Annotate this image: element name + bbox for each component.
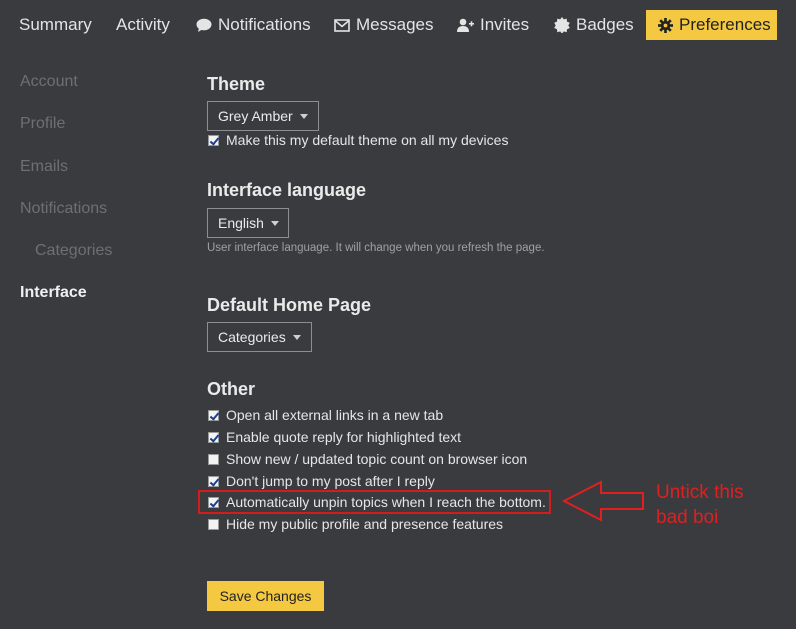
tab-summary[interactable]: Summary	[19, 10, 92, 40]
sidebar-item-interface[interactable]: Interface	[20, 284, 87, 302]
theme-heading: Theme	[207, 74, 266, 94]
sidebar-item-account[interactable]: Account	[20, 73, 78, 91]
caret-down-icon	[292, 334, 301, 340]
tab-invites[interactable]: Invites	[457, 10, 529, 40]
save-changes-button[interactable]: Save Changes	[207, 581, 324, 611]
sidebar-item-categories[interactable]: Categories	[35, 242, 112, 260]
home-page-heading: Default Home Page	[207, 295, 372, 315]
tab-notifications-label: Notifications	[218, 15, 311, 34]
option-label: Hide my public profile and presence feat…	[226, 516, 504, 532]
comment-icon	[196, 18, 212, 33]
annotation-text: Untick this bad boi	[656, 482, 744, 528]
option-label: Enable quote reply for highlighted text	[226, 429, 462, 445]
caret-down-icon	[299, 113, 308, 119]
tab-activity[interactable]: Activity	[116, 10, 170, 40]
tab-invites-label: Invites	[480, 15, 530, 34]
other-heading: Other	[207, 379, 256, 399]
user-plus-icon	[457, 18, 474, 33]
quote-reply-checkbox[interactable]	[208, 431, 219, 443]
language-help-text: User interface language. It will change …	[207, 242, 545, 254]
certificate-icon	[554, 17, 570, 33]
theme-select[interactable]: Grey Amber	[207, 101, 319, 131]
option-label: Don't jump to my post after I reply	[226, 473, 435, 489]
tab-notifications[interactable]: Notifications	[196, 10, 311, 40]
caret-down-icon	[270, 220, 279, 226]
option-row: Open all external links in a new tab	[208, 407, 443, 423]
option-row: Show new / updated topic count on browse…	[208, 451, 527, 467]
theme-select-value: Grey Amber	[218, 108, 293, 124]
option-label: Show new / updated topic count on browse…	[226, 451, 528, 467]
option-label: Open all external links in a new tab	[226, 407, 444, 423]
tab-preferences[interactable]: Preferences	[646, 10, 777, 40]
default-theme-option: Make this my default theme on all my dev…	[208, 132, 508, 148]
sidebar-item-profile[interactable]: Profile	[20, 115, 65, 133]
option-row: Hide my public profile and presence feat…	[208, 516, 503, 532]
sidebar-item-emails[interactable]: Emails	[20, 158, 68, 176]
tab-badges[interactable]: Badges	[554, 10, 634, 40]
default-theme-label: Make this my default theme on all my dev…	[226, 132, 509, 148]
tab-activity-label: Activity	[116, 15, 170, 34]
language-select[interactable]: English	[207, 208, 289, 238]
dont-jump-checkbox[interactable]	[208, 475, 219, 487]
tab-preferences-label: Preferences	[679, 15, 771, 34]
envelope-icon	[334, 18, 350, 32]
sidebar-item-notifications[interactable]: Notifications	[20, 200, 107, 218]
home-page-select[interactable]: Categories	[207, 322, 312, 352]
language-select-value: English	[218, 215, 264, 231]
tab-summary-label: Summary	[19, 15, 92, 34]
user-nav: Summary Activity Notifications Messages …	[0, 0, 796, 50]
tab-messages[interactable]: Messages	[334, 10, 433, 40]
hide-profile-checkbox[interactable]	[208, 518, 219, 530]
gear-icon	[658, 17, 673, 33]
language-heading: Interface language	[207, 180, 367, 200]
annotation-arrow-icon	[562, 480, 644, 522]
option-row: Enable quote reply for highlighted text	[208, 429, 461, 445]
tab-messages-label: Messages	[356, 15, 434, 34]
home-page-select-value: Categories	[218, 329, 286, 345]
topic-count-checkbox[interactable]	[208, 453, 219, 465]
external-links-checkbox[interactable]	[208, 409, 219, 421]
default-theme-checkbox[interactable]	[208, 134, 219, 146]
option-row: Don't jump to my post after I reply	[208, 473, 435, 489]
annotation-highlight-box	[198, 490, 551, 514]
tab-badges-label: Badges	[576, 15, 634, 34]
